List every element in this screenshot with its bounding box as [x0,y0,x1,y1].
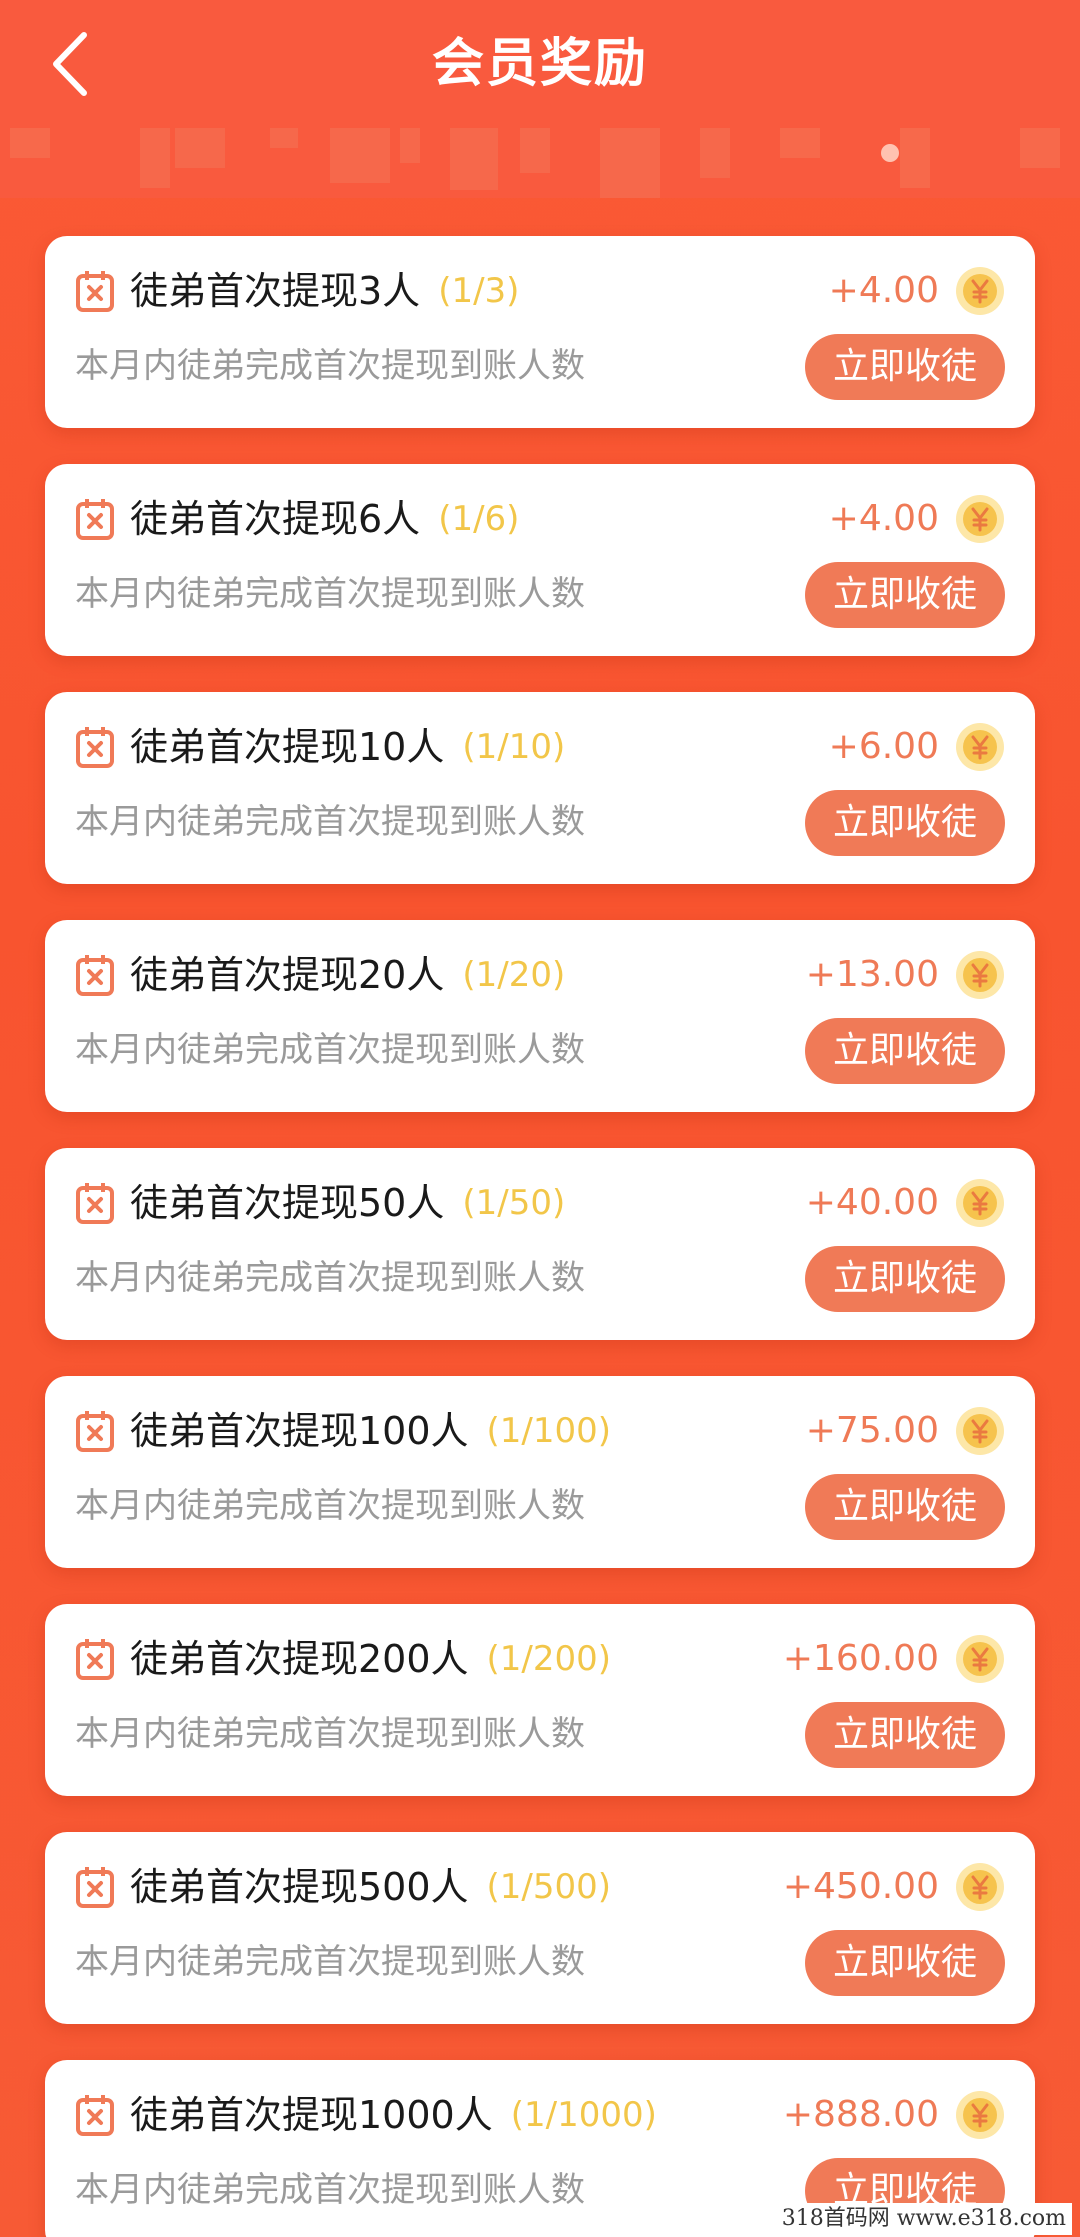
task-card: 徒弟首次提现3人 (1/3) 本月内徒弟完成首次提现到账人数 +4.00 立即收徒 [45,236,1035,428]
task-progress: (1/100) [486,1411,612,1451]
recruit-button[interactable]: 立即收徒 [805,790,1005,856]
calendar-x-icon [76,2095,114,2136]
task-title-text: 徒弟首次提现3人 [130,269,421,313]
task-card: 徒弟首次提现6人 (1/6) 本月内徒弟完成首次提现到账人数 +4.00 立即收徒 [45,464,1035,656]
reward-amount: +450.00 [782,1866,939,1907]
task-description: 本月内徒弟完成首次提现到账人数 [75,346,585,386]
yuan-coin-icon [956,267,1004,315]
recruit-button[interactable]: 立即收徒 [805,1702,1005,1768]
reward-amount: +6.00 [828,726,939,767]
reward-amount: +4.00 [828,270,939,311]
yuan-coin-icon [956,723,1004,771]
recruit-button[interactable]: 立即收徒 [805,334,1005,400]
task-progress: (1/3) [438,271,520,311]
task-title-text: 徒弟首次提现200人 [130,1637,469,1681]
calendar-x-icon [76,1639,114,1680]
task-description: 本月内徒弟完成首次提现到账人数 [75,1714,585,1754]
task-description: 本月内徒弟完成首次提现到账人数 [75,2170,585,2210]
task-title-text: 徒弟首次提现20人 [130,953,445,997]
recruit-button[interactable]: 立即收徒 [805,1246,1005,1312]
yuan-coin-icon [956,1407,1004,1455]
calendar-x-icon [76,955,114,996]
task-title: 徒弟首次提现100人 (1/100) [130,1400,611,1462]
task-progress: (1/50) [462,1183,566,1223]
task-description: 本月内徒弟完成首次提现到账人数 [75,1486,585,1526]
skyline-decoration [0,128,1080,198]
reward-amount: +13.00 [805,954,939,995]
recruit-button[interactable]: 立即收徒 [805,1018,1005,1084]
task-progress: (1/500) [486,1867,612,1907]
site-watermark: 318首码网 www.e318.com [775,2203,1072,2235]
task-title: 徒弟首次提现50人 (1/50) [130,1172,565,1234]
header-bar: 会员奖励 [0,0,1080,128]
reward-amount: +888.00 [782,2094,939,2135]
task-progress: (1/1000) [510,2095,657,2135]
task-card: 徒弟首次提现100人 (1/100) 本月内徒弟完成首次提现到账人数 +75.00… [45,1376,1035,1568]
page-title: 会员奖励 [431,34,648,94]
task-title: 徒弟首次提现10人 (1/10) [130,716,565,778]
yuan-coin-icon [956,951,1004,999]
task-description: 本月内徒弟完成首次提现到账人数 [75,574,585,614]
task-title-text: 徒弟首次提现50人 [130,1181,445,1225]
recruit-button[interactable]: 立即收徒 [805,562,1005,628]
task-card: 徒弟首次提现10人 (1/10) 本月内徒弟完成首次提现到账人数 +6.00 立即… [45,692,1035,884]
task-title: 徒弟首次提现500人 (1/500) [130,1856,611,1918]
task-title-text: 徒弟首次提现10人 [130,725,445,769]
task-progress: (1/6) [438,499,520,539]
reward-amount: +75.00 [805,1410,939,1451]
task-card: 徒弟首次提现500人 (1/500) 本月内徒弟完成首次提现到账人数 +450.0… [45,1832,1035,2024]
task-title-text: 徒弟首次提现6人 [130,497,421,541]
reward-amount: +40.00 [805,1182,939,1223]
task-title: 徒弟首次提现1000人 (1/1000) [130,2084,657,2146]
reward-amount: +4.00 [828,498,939,539]
reward-amount: +160.00 [782,1638,939,1679]
task-title: 徒弟首次提现6人 (1/6) [130,488,519,550]
task-title: 徒弟首次提现3人 (1/3) [130,260,519,322]
task-card: 徒弟首次提现50人 (1/50) 本月内徒弟完成首次提现到账人数 +40.00 立… [45,1148,1035,1340]
task-card: 徒弟首次提现20人 (1/20) 本月内徒弟完成首次提现到账人数 +13.00 立… [45,920,1035,1112]
calendar-x-icon [76,1183,114,1224]
task-progress: (1/10) [462,727,566,767]
task-title: 徒弟首次提现20人 (1/20) [130,944,565,1006]
task-progress: (1/20) [462,955,566,995]
task-title-text: 徒弟首次提现100人 [130,1409,469,1453]
task-description: 本月内徒弟完成首次提现到账人数 [75,1258,585,1298]
recruit-button[interactable]: 立即收徒 [805,1930,1005,1996]
task-description: 本月内徒弟完成首次提现到账人数 [75,1942,585,1982]
calendar-x-icon [76,1867,114,1908]
task-progress: (1/200) [486,1639,612,1679]
task-title-text: 徒弟首次提现1000人 [130,2093,493,2137]
recruit-button[interactable]: 立即收徒 [805,1474,1005,1540]
calendar-x-icon [76,499,114,540]
yuan-coin-icon [956,1863,1004,1911]
yuan-coin-icon [956,1179,1004,1227]
task-description: 本月内徒弟完成首次提现到账人数 [75,802,585,842]
calendar-x-icon [76,271,114,312]
yuan-coin-icon [956,495,1004,543]
task-title-text: 徒弟首次提现500人 [130,1865,469,1909]
calendar-x-icon [76,727,114,768]
task-description: 本月内徒弟完成首次提现到账人数 [75,1030,585,1070]
yuan-coin-icon [956,1635,1004,1683]
calendar-x-icon [76,1411,114,1452]
yuan-coin-icon [956,2091,1004,2139]
task-card: 徒弟首次提现200人 (1/200) 本月内徒弟完成首次提现到账人数 +160.0… [45,1604,1035,1796]
task-title: 徒弟首次提现200人 (1/200) [130,1628,611,1690]
